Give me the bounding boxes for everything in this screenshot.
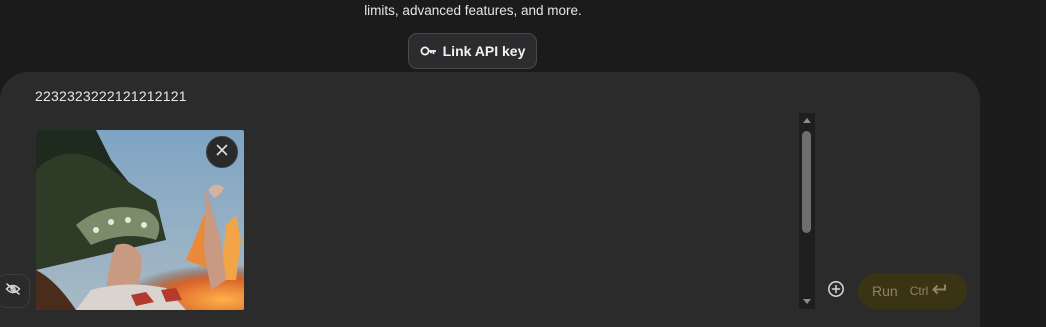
scroll-up-arrow[interactable] (803, 118, 811, 123)
remove-attachment-button[interactable] (206, 136, 238, 168)
add-media-button[interactable] (826, 280, 846, 303)
attachment-scrollbar[interactable] (799, 113, 815, 309)
upgrade-notice: limits, advanced features, and more. (364, 3, 582, 18)
scroll-down-arrow[interactable] (803, 299, 811, 304)
key-icon (420, 46, 437, 56)
add-circle-icon (827, 280, 845, 303)
enter-icon (931, 282, 947, 300)
link-api-key-label: Link API key (442, 43, 526, 59)
scroll-thumb[interactable] (802, 131, 811, 233)
visibility-off-icon (5, 282, 21, 300)
close-icon (216, 143, 228, 161)
link-api-key-button[interactable]: Link API key (408, 33, 537, 69)
prompt-input[interactable]: 2232323222121212121 (35, 88, 187, 104)
run-button[interactable]: Run Ctrl (858, 273, 967, 309)
run-label: Run (872, 283, 898, 299)
run-shortcut-label: Ctrl (909, 284, 929, 298)
visibility-toggle-button[interactable] (0, 274, 30, 308)
